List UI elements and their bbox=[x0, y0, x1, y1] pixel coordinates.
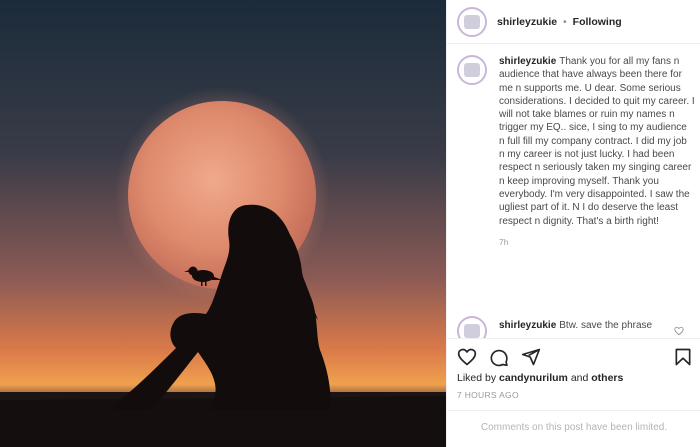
header-text: shirleyzukie • Following bbox=[497, 16, 622, 28]
caption-text: Thank you for all my fans n audience tha… bbox=[499, 56, 695, 227]
comment-button[interactable] bbox=[489, 347, 509, 367]
likes-and: and bbox=[570, 372, 589, 384]
following-button[interactable]: Following bbox=[573, 16, 622, 28]
second-comment: shirleyzukie Btw. save the phrase bbox=[457, 316, 695, 338]
comments-limited-notice: Comments on this post have been limited. bbox=[447, 410, 700, 447]
second-comment-avatar[interactable] bbox=[457, 316, 487, 338]
avatar[interactable] bbox=[457, 6, 487, 37]
caption-timestamp[interactable]: 7h bbox=[499, 236, 695, 249]
caption-avatar[interactable] bbox=[457, 55, 487, 85]
caption-body: shirleyzukie Thank you for all my fans n … bbox=[499, 55, 695, 249]
action-bar bbox=[447, 338, 700, 372]
header-separator: • bbox=[563, 15, 567, 28]
bookmark-icon bbox=[675, 348, 691, 366]
post-side-panel: shirleyzukie • Following shirleyzukie Tha… bbox=[446, 0, 700, 447]
header-username[interactable]: shirleyzukie bbox=[497, 16, 557, 28]
second-comment-username[interactable]: shirleyzukie bbox=[499, 320, 556, 331]
second-comment-body: shirleyzukie Btw. save the phrase bbox=[499, 319, 652, 332]
comment-like-heart-icon[interactable] bbox=[674, 326, 684, 336]
like-button[interactable] bbox=[457, 347, 477, 367]
share-icon bbox=[521, 348, 541, 366]
caption-comment: shirleyzukie Thank you for all my fans n … bbox=[457, 55, 695, 249]
likes-prefix: Liked by bbox=[457, 372, 497, 384]
post-header: shirleyzukie • Following bbox=[447, 0, 700, 44]
save-button[interactable] bbox=[673, 347, 693, 367]
post-photo[interactable] bbox=[0, 0, 446, 447]
second-comment-text: Btw. save the phrase bbox=[559, 320, 653, 331]
share-button[interactable] bbox=[521, 347, 541, 367]
heart-icon bbox=[457, 348, 477, 366]
comment-icon bbox=[490, 349, 508, 367]
caption-username[interactable]: shirleyzukie bbox=[499, 56, 556, 67]
likes-summary: Liked by candynurilum and others bbox=[457, 372, 623, 384]
post-photo-scene bbox=[0, 0, 446, 447]
likes-user-link[interactable]: candynurilum bbox=[499, 372, 568, 384]
post-timestamp[interactable]: 7 HOURS AGO bbox=[457, 390, 519, 400]
likes-others-link[interactable]: others bbox=[591, 372, 623, 384]
